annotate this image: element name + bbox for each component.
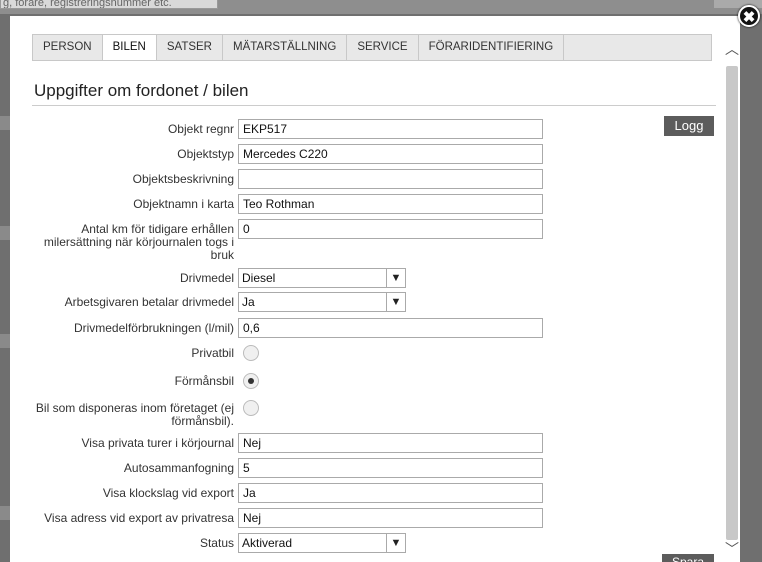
arbetsgivaren-label: Arbetsgivaren betalar drivmedel bbox=[64, 295, 234, 309]
divider bbox=[32, 105, 716, 106]
disponeras-label: Bil som disponeras inom företaget (ej fö… bbox=[35, 401, 234, 428]
vehicle-dialog: PERSON BILEN SATSER MÄTARSTÄLLNING SERVI… bbox=[10, 16, 740, 562]
drivmedel-select[interactable]: Diesel ▼ bbox=[238, 268, 406, 288]
tab-bilen[interactable]: BILEN bbox=[102, 35, 157, 60]
status-label: Status bbox=[199, 536, 234, 550]
autosammanfogning-label: Autosammanfogning bbox=[123, 461, 234, 475]
background-strip bbox=[0, 116, 10, 130]
visa-privata-label: Visa privata turer i körjournal bbox=[81, 436, 234, 450]
tab-satser[interactable]: SATSER bbox=[157, 35, 223, 60]
objektstyp-input[interactable]: Mercedes C220 bbox=[238, 144, 543, 164]
objektnamn-label: Objektnamn i karta bbox=[133, 197, 234, 211]
chevron-down-icon[interactable]: ﹀ bbox=[724, 538, 740, 560]
regnr-label: Objekt regnr bbox=[167, 122, 234, 136]
autosammanfogning-input[interactable]: 5 bbox=[238, 458, 543, 478]
background-strip bbox=[0, 226, 10, 240]
visa-klockslag-input[interactable]: Ja bbox=[238, 483, 543, 503]
privatbil-radio[interactable] bbox=[243, 345, 259, 361]
logg-button[interactable]: Logg bbox=[664, 116, 714, 136]
drivmedel-value: Diesel bbox=[242, 271, 276, 285]
background-strip bbox=[0, 334, 10, 348]
tab-person[interactable]: PERSON bbox=[33, 35, 103, 60]
disponeras-radio[interactable] bbox=[243, 400, 259, 416]
tab-service[interactable]: SERVICE bbox=[347, 35, 419, 60]
visa-adress-input[interactable]: Nej bbox=[238, 508, 543, 528]
chevron-down-icon[interactable]: ▼ bbox=[386, 293, 405, 311]
visa-privata-input[interactable]: Nej bbox=[238, 433, 543, 453]
close-icon[interactable]: ✖ bbox=[738, 5, 760, 27]
forbrukning-input[interactable]: 0,6 bbox=[238, 318, 543, 338]
beskrivning-label: Objektsbeskrivning bbox=[132, 172, 234, 186]
arbetsgivaren-value: Ja bbox=[242, 295, 255, 309]
background-search-input: g, förare, registreringsnummer etc. bbox=[0, 0, 218, 9]
chevron-down-icon[interactable]: ▼ bbox=[386, 534, 405, 552]
page-title: Uppgifter om fordonet / bilen bbox=[34, 81, 249, 100]
objektstyp-label: Objektstyp bbox=[177, 147, 234, 161]
tab-foraridentifiering[interactable]: FÖRARIDENTIFIERING bbox=[419, 35, 565, 60]
antal-km-label: Antal km för tidigare erhållen milersätt… bbox=[43, 222, 234, 262]
antal-km-input[interactable]: 0 bbox=[238, 219, 543, 239]
tab-matarstallning[interactable]: MÄTARSTÄLLNING bbox=[223, 35, 348, 60]
visa-klockslag-label: Visa klockslag vid export bbox=[102, 486, 234, 500]
status-value: Aktiverad bbox=[242, 536, 293, 550]
regnr-input[interactable]: EKP517 bbox=[238, 119, 543, 139]
formansbil-label: Förmånsbil bbox=[174, 374, 234, 388]
objektnamn-input[interactable]: Teo Rothman bbox=[238, 194, 543, 214]
arbetsgivaren-select[interactable]: Ja ▼ bbox=[238, 292, 406, 312]
scrollbar[interactable]: ︿ ﹀ bbox=[724, 38, 740, 560]
forbrukning-label: Drivmedelförbrukningen (l/mil) bbox=[73, 321, 234, 335]
beskrivning-input[interactable] bbox=[238, 169, 543, 189]
tab-bar: PERSON BILEN SATSER MÄTARSTÄLLNING SERVI… bbox=[32, 34, 712, 61]
formansbil-radio[interactable] bbox=[243, 373, 259, 389]
spara-button[interactable]: Spara bbox=[662, 554, 714, 562]
status-select[interactable]: Aktiverad ▼ bbox=[238, 533, 406, 553]
privatbil-label: Privatbil bbox=[191, 346, 234, 360]
drivmedel-label: Drivmedel bbox=[179, 271, 234, 285]
chevron-down-icon[interactable]: ▼ bbox=[386, 269, 405, 287]
visa-adress-label: Visa adress vid export av privatresa bbox=[44, 511, 234, 525]
chevron-up-icon[interactable]: ︿ bbox=[724, 38, 740, 60]
scrollbar-thumb[interactable] bbox=[726, 66, 738, 540]
background-strip bbox=[0, 506, 10, 520]
